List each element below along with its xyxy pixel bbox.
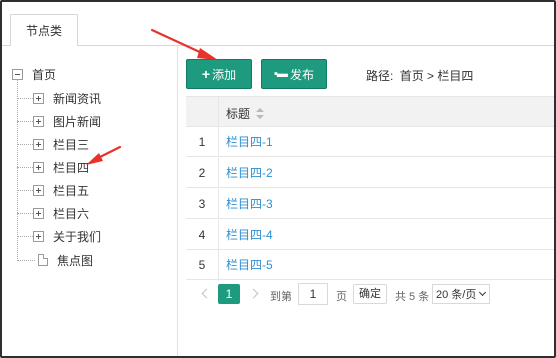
- tree-item-news[interactable]: 新闻资讯: [17, 90, 101, 106]
- total-count: 共 5 条: [395, 291, 430, 303]
- tree-item-label: 栏目六: [53, 206, 90, 221]
- collapse-icon[interactable]: [12, 68, 23, 80]
- row-index: 3: [186, 189, 219, 219]
- tree-connector: [17, 235, 33, 237]
- tree-root[interactable]: 首页: [12, 66, 56, 82]
- current-page-button[interactable]: 1: [218, 284, 240, 304]
- title-column-label: 标题: [226, 107, 251, 121]
- expand-icon[interactable]: [33, 92, 44, 104]
- tree-root-label: 首页: [32, 67, 57, 82]
- add-button-label: 添加: [212, 67, 237, 82]
- tree-item-label: 新闻资讯: [53, 91, 102, 106]
- breadcrumb-prefix: 路径:: [366, 69, 394, 83]
- publish-button[interactable]: ▪▬ 发布: [261, 59, 327, 89]
- goto-label: 到第: [270, 291, 292, 303]
- page-size-value: 20 条/页: [436, 289, 477, 301]
- table-row: 4 栏目四-4: [186, 220, 554, 250]
- tree-item-label: 栏目四: [53, 160, 90, 175]
- add-button[interactable]: + 添加: [186, 59, 252, 89]
- document-icon: [38, 254, 48, 266]
- row-title-link[interactable]: 栏目四-5: [226, 250, 273, 280]
- expand-icon[interactable]: [33, 161, 44, 173]
- chevron-down-icon: [479, 288, 487, 297]
- tree-item-focus-image[interactable]: 焦点图: [17, 252, 93, 268]
- tree-item-label: 栏目三: [53, 137, 90, 152]
- publish-button-label: 发布: [289, 67, 314, 82]
- table-row: 2 栏目四-2: [186, 158, 554, 188]
- row-title-link[interactable]: 栏目四-1: [226, 127, 273, 157]
- tree-item-label: 图片新闻: [53, 114, 102, 129]
- chevron-left-icon[interactable]: [200, 287, 210, 301]
- tab-node-type[interactable]: 节点类: [10, 14, 78, 47]
- row-index: 2: [186, 158, 219, 188]
- tree-item-label: 焦点图: [57, 253, 94, 268]
- row-index: 5: [186, 250, 219, 280]
- breadcrumb-path: 首页 > 栏目四: [399, 69, 474, 83]
- publish-icon: ▪▬: [274, 67, 288, 80]
- tree-connector: [17, 259, 35, 261]
- row-index: 1: [186, 127, 219, 157]
- tree-item-column-4[interactable]: 栏目四: [17, 159, 89, 175]
- node-tree: 首页 新闻资讯 图片新闻 栏目三 栏目四 栏目五 栏目六 关于我们 焦点图: [2, 46, 178, 356]
- tree-connector: [17, 189, 33, 191]
- tree-item-label: 关于我们: [53, 229, 102, 244]
- pagination: 1 到第 页 确定 共 5 条 20 条/页: [186, 280, 554, 310]
- chevron-right-icon[interactable]: [250, 287, 260, 301]
- page-unit-label: 页: [336, 291, 347, 303]
- table-row: 1 栏目四-1: [186, 127, 554, 157]
- tree-item-photo-news[interactable]: 图片新闻: [17, 113, 101, 129]
- table-row: 3 栏目四-3: [186, 189, 554, 219]
- tree-connector: [17, 143, 33, 145]
- index-column-header: [186, 97, 219, 127]
- expand-icon[interactable]: [33, 115, 44, 127]
- content-table: 标题 1 栏目四-1 2 栏目四-2 3 栏目四-3 4 栏目四-4 5 栏目四…: [186, 96, 554, 280]
- tree-connector: [17, 212, 33, 214]
- plus-icon: +: [201, 66, 211, 82]
- tree-connector: [17, 97, 33, 99]
- expand-icon[interactable]: [33, 230, 44, 242]
- tab-bar: 节点类: [2, 2, 554, 47]
- expand-icon[interactable]: [33, 138, 44, 150]
- table-header: 标题: [186, 97, 554, 127]
- tree-item-column-3[interactable]: 栏目三: [17, 136, 89, 152]
- table-row: 5 栏目四-5: [186, 250, 554, 280]
- row-title-link[interactable]: 栏目四-3: [226, 189, 273, 219]
- row-title-link[interactable]: 栏目四-2: [226, 158, 273, 188]
- tree-item-column-5[interactable]: 栏目五: [17, 182, 89, 198]
- row-title-link[interactable]: 栏目四-4: [226, 220, 273, 250]
- title-column-header[interactable]: 标题: [226, 105, 265, 122]
- confirm-button[interactable]: 确定: [353, 284, 387, 304]
- row-index: 4: [186, 220, 219, 250]
- tree-connector: [17, 120, 33, 122]
- page-number-input[interactable]: [298, 283, 328, 305]
- tree-item-about-us[interactable]: 关于我们: [17, 228, 101, 244]
- tree-item-column-6[interactable]: 栏目六: [17, 205, 89, 221]
- sort-icon[interactable]: [256, 107, 265, 120]
- expand-icon[interactable]: [33, 184, 44, 196]
- page-size-select[interactable]: 20 条/页: [432, 284, 490, 304]
- expand-icon[interactable]: [33, 207, 44, 219]
- breadcrumb: 路径: 首页 > 栏目四: [366, 67, 476, 84]
- tree-connector: [17, 166, 33, 168]
- tree-item-label: 栏目五: [53, 183, 90, 198]
